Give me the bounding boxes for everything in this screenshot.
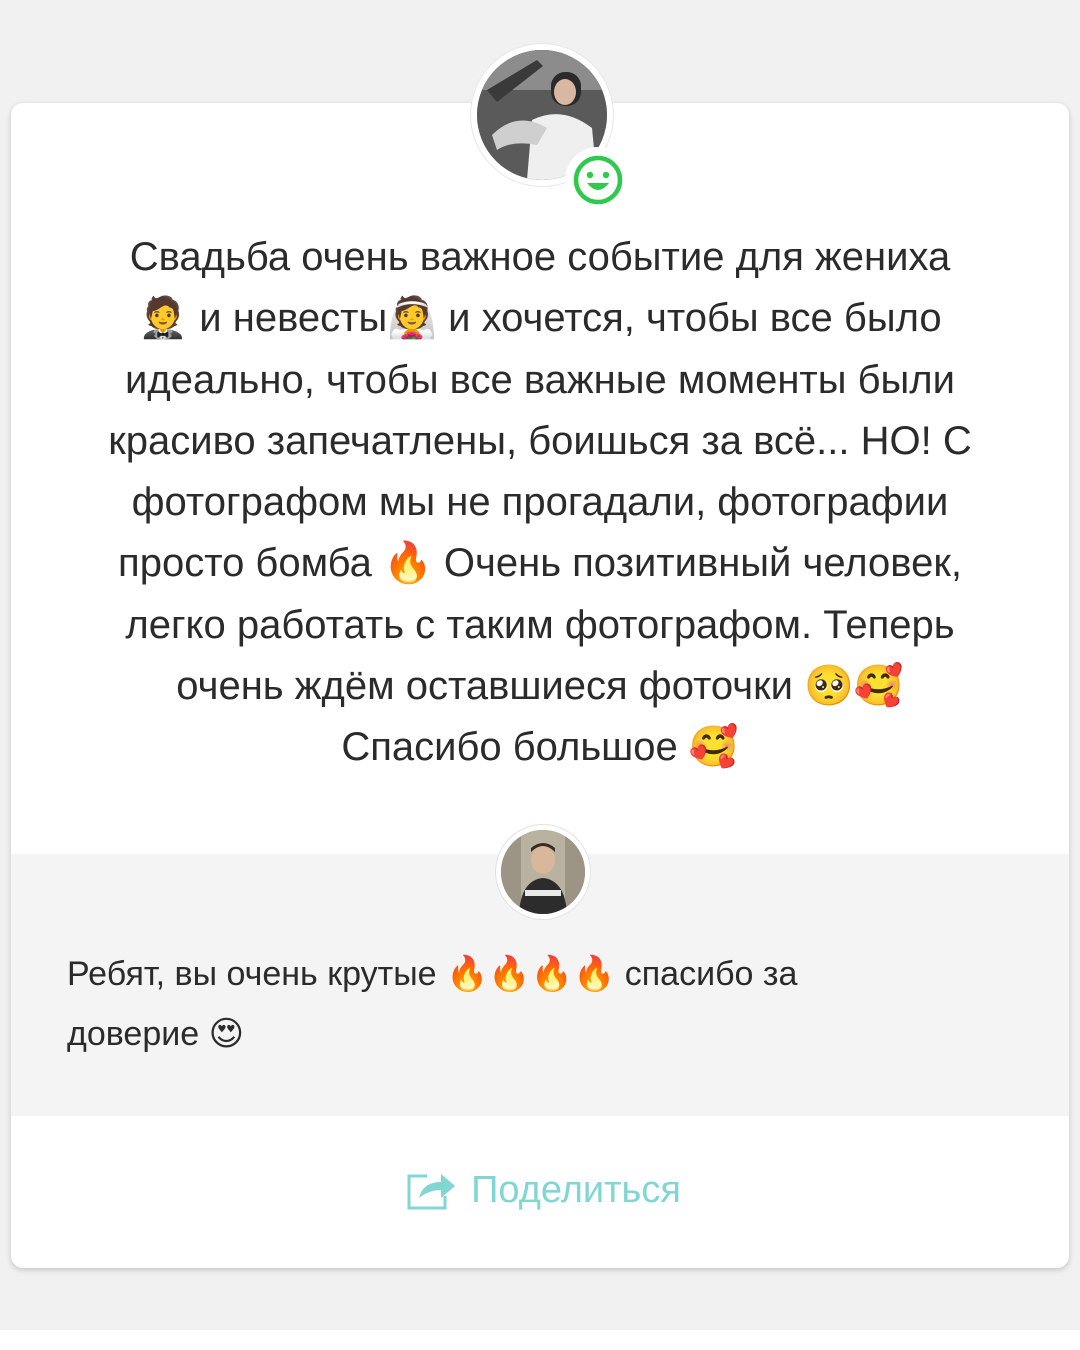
bottom-strip xyxy=(0,1330,1080,1350)
smile-icon xyxy=(573,155,623,205)
share-icon xyxy=(407,1174,456,1210)
owner-avatar[interactable] xyxy=(496,825,590,919)
owner-reply-text: Ребят, вы очень крутые 🔥🔥🔥🔥 спасибо за д… xyxy=(67,955,798,1053)
owner-photo xyxy=(501,830,585,914)
share-button[interactable]: Поделиться xyxy=(378,1160,708,1220)
review-text: Свадьба очень важное событие для жениха … xyxy=(108,235,972,770)
share-label: Поделиться xyxy=(471,1168,681,1211)
smile-badge xyxy=(565,147,631,213)
